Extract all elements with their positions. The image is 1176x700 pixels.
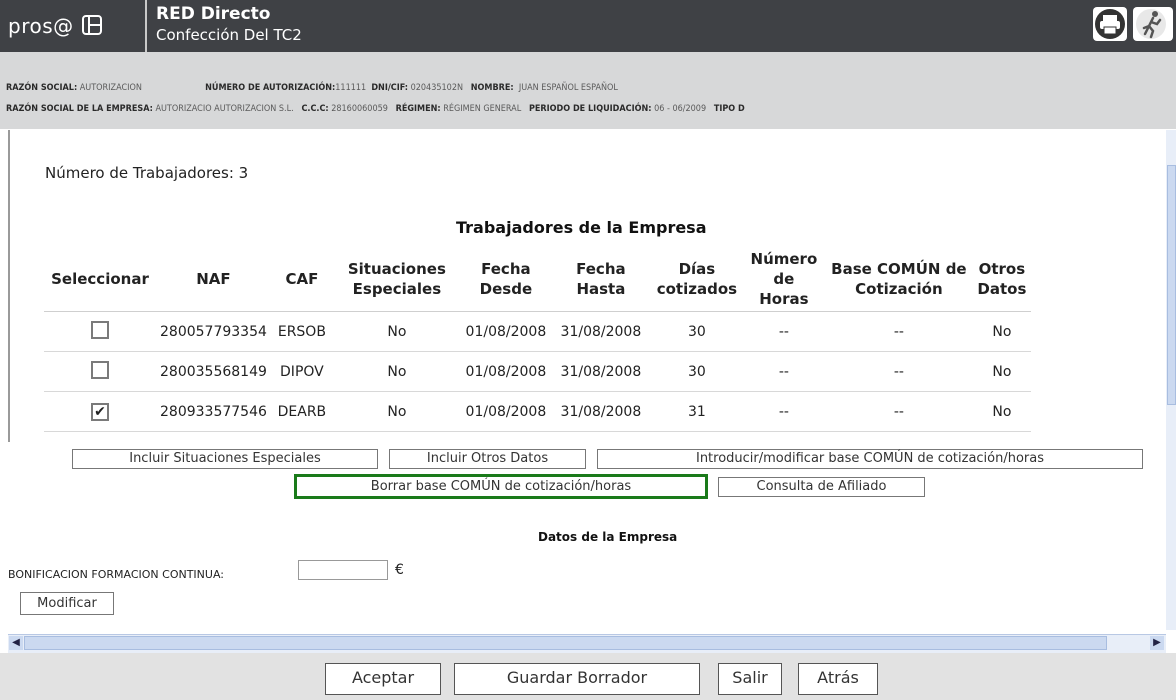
exit-button[interactable] xyxy=(1133,7,1173,41)
cell-select: ✔ xyxy=(44,391,156,432)
cell-situaciones: No xyxy=(332,351,461,392)
cell-desde: 01/08/2008 xyxy=(460,351,551,392)
scroll-right-arrow-icon[interactable]: ▶ xyxy=(1150,636,1164,650)
info-bar xyxy=(0,52,1176,78)
cell-horas: -- xyxy=(742,351,825,392)
cell-naf: 280057793354 xyxy=(156,311,271,352)
left-border xyxy=(8,130,10,442)
col-otros: Otros Datos xyxy=(972,247,1031,312)
cell-situaciones: No xyxy=(332,391,461,432)
cell-horas: -- xyxy=(742,391,825,432)
col-caf: CAF xyxy=(270,247,333,312)
cell-desde: 01/08/2008 xyxy=(460,391,551,432)
table-row: 280035568149 DIPOV No 01/08/2008 31/08/2008 3… xyxy=(44,351,1031,392)
cell-dias: 31 xyxy=(650,391,743,432)
bonificacion-label: BONIFICACION FORMACION CONTINUA: xyxy=(8,568,224,581)
col-horas: Número de Horas xyxy=(742,247,825,312)
borrar-base-button[interactable]: Borrar base COMÚN de cotización/horas xyxy=(294,474,708,499)
cell-dias: 30 xyxy=(650,351,743,392)
select-checkbox[interactable] xyxy=(91,320,109,339)
aceptar-button[interactable]: Aceptar xyxy=(325,663,441,695)
table-title: Trabajadores de la Empresa xyxy=(456,218,707,237)
workers-table: Seleccionar NAF CAF Situaciones Especial… xyxy=(44,247,1031,432)
cell-hasta: 31/08/2008 xyxy=(550,351,651,392)
modificar-button[interactable]: Modificar xyxy=(20,592,114,615)
logo-mark-icon xyxy=(81,14,103,41)
empresa-section-title: Datos de la Empresa xyxy=(538,530,678,544)
horizontal-scroll-thumb[interactable] xyxy=(24,636,1107,650)
cell-caf: ERSOB xyxy=(270,311,333,352)
table-header-row: Seleccionar NAF CAF Situaciones Especial… xyxy=(44,247,1031,312)
cell-otros: No xyxy=(972,391,1031,432)
app-title: RED Directo xyxy=(156,4,271,24)
header-divider xyxy=(145,0,147,52)
cell-otros: No xyxy=(972,351,1031,392)
logo: pros@ xyxy=(8,14,103,41)
cell-otros: No xyxy=(972,311,1031,352)
cell-select xyxy=(44,311,156,352)
cell-base: -- xyxy=(824,391,973,432)
salir-button[interactable]: Salir xyxy=(718,663,782,695)
worker-count: Número de Trabajadores: 3 xyxy=(45,164,249,182)
incluir-situaciones-button[interactable]: Incluir Situaciones Especiales xyxy=(72,449,378,469)
scroll-left-arrow-icon[interactable]: ◀ xyxy=(9,636,23,650)
select-checkbox[interactable] xyxy=(91,360,109,379)
bonificacion-input[interactable] xyxy=(298,560,388,580)
consulta-afiliado-button[interactable]: Consulta de Afiliado xyxy=(718,477,925,497)
col-fecha-desde: Fecha Desde xyxy=(460,247,551,312)
cell-situaciones: No xyxy=(332,311,461,352)
guardar-borrador-button[interactable]: Guardar Borrador xyxy=(454,663,700,695)
cell-base: -- xyxy=(824,311,973,352)
col-base: Base COMÚN de Cotización xyxy=(824,247,973,312)
col-seleccionar: Seleccionar xyxy=(44,247,156,312)
info-line-2: RAZÓN SOCIAL DE LA EMPRESA: AUTORIZACIO … xyxy=(6,104,745,114)
table-row: 280057793354 ERSOB No 01/08/2008 31/08/2008 3… xyxy=(44,311,1031,352)
printer-icon xyxy=(1095,9,1125,39)
cell-desde: 01/08/2008 xyxy=(460,311,551,352)
incluir-otros-datos-button[interactable]: Incluir Otros Datos xyxy=(389,449,586,469)
col-naf: NAF xyxy=(156,247,271,312)
vertical-scroll-thumb[interactable] xyxy=(1167,165,1176,405)
cell-select xyxy=(44,351,156,392)
info-line-1: RAZÓN SOCIAL: AUTORIZACION NÚMERO DE AUT… xyxy=(6,83,618,93)
select-checkbox[interactable]: ✔ xyxy=(91,402,109,421)
cell-caf: DIPOV xyxy=(270,351,333,392)
logo-text: pros@ xyxy=(8,14,74,38)
cell-hasta: 31/08/2008 xyxy=(550,391,651,432)
print-button[interactable] xyxy=(1093,7,1127,41)
introducir-base-button[interactable]: Introducir/modificar base COMÚN de cotiz… xyxy=(597,449,1143,469)
cell-horas: -- xyxy=(742,311,825,352)
cell-dias: 30 xyxy=(650,311,743,352)
col-dias: Días cotizados xyxy=(650,247,743,312)
cell-naf: 280933577546 xyxy=(156,391,271,432)
cell-hasta: 31/08/2008 xyxy=(550,311,651,352)
col-situaciones: Situaciones Especiales xyxy=(332,247,461,312)
cell-base: -- xyxy=(824,351,973,392)
atras-button[interactable]: Atrás xyxy=(798,663,878,695)
euro-unit: € xyxy=(395,562,404,578)
cell-caf: DEARB xyxy=(270,391,333,432)
table-row: ✔ 280933577546 DEARB No 01/08/2008 31/08/2008… xyxy=(44,391,1031,432)
cell-naf: 280035568149 xyxy=(156,351,271,392)
table-body: 280057793354 ERSOB No 01/08/2008 31/08/2008 3… xyxy=(44,311,1031,432)
col-fecha-hasta: Fecha Hasta xyxy=(550,247,651,312)
exit-runner-icon xyxy=(1136,9,1166,39)
app-subtitle: Confección Del TC2 xyxy=(156,26,302,44)
